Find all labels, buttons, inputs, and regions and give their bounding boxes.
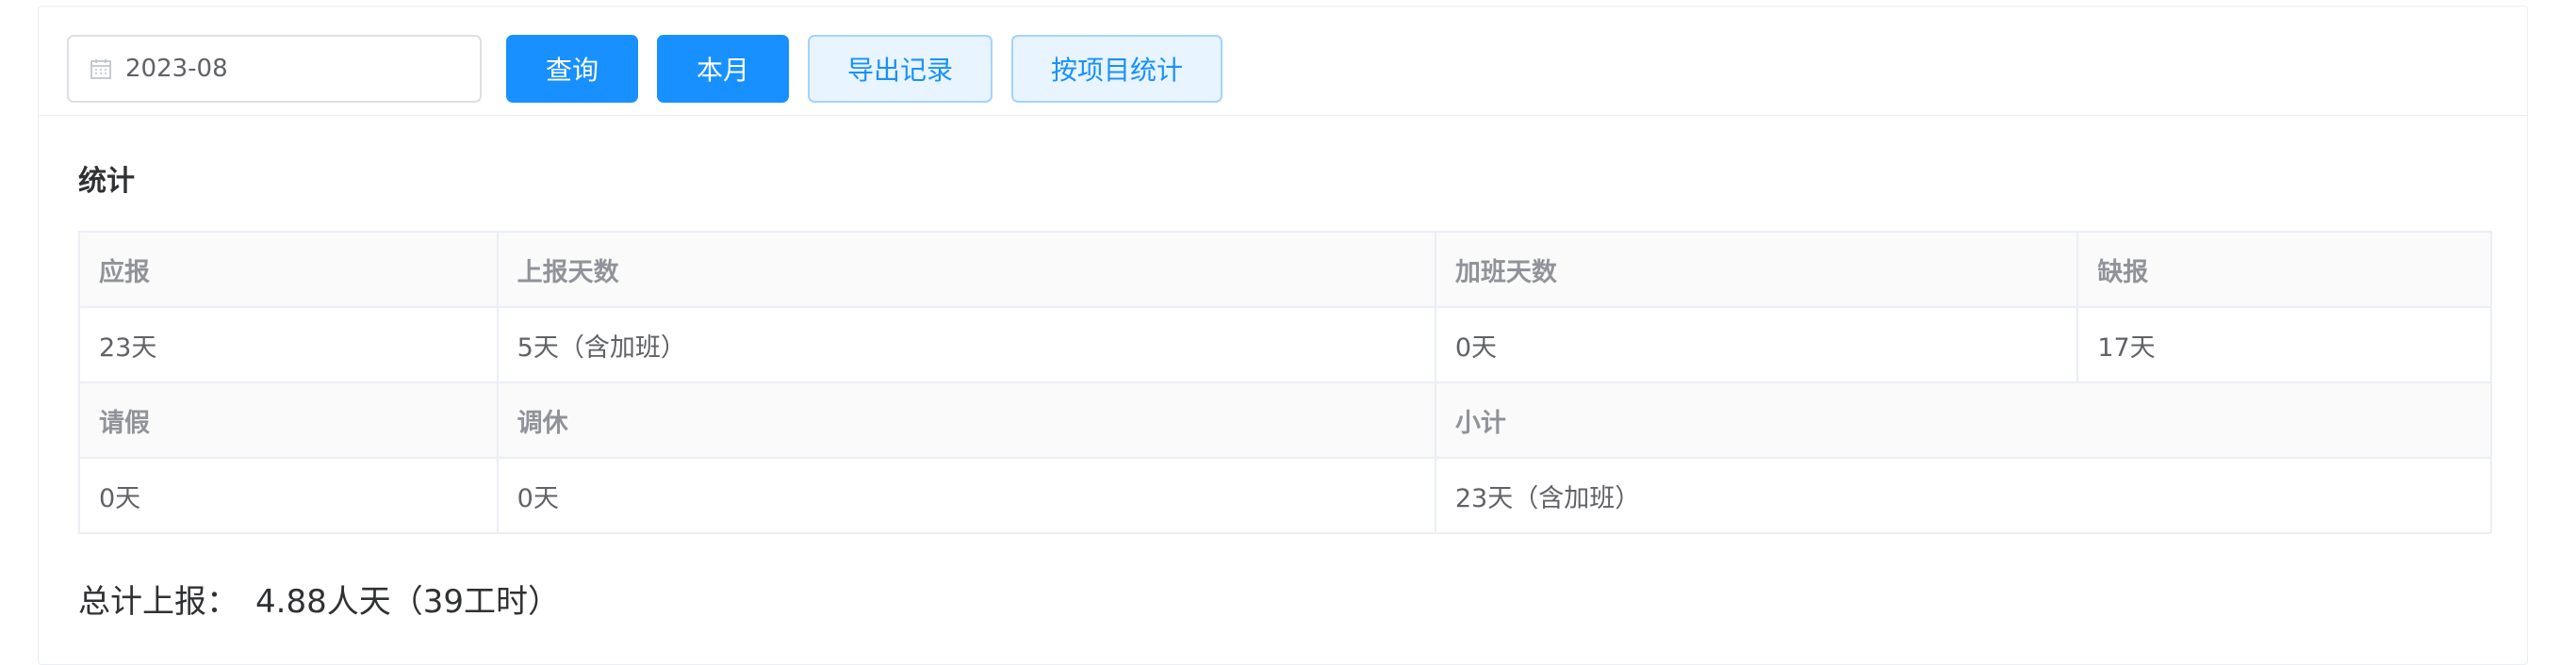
value-reported-days: 5天（含加班） bbox=[496, 306, 1436, 383]
total-label: 总计上报： bbox=[78, 583, 238, 621]
month-picker-value: 2023-08 bbox=[125, 55, 228, 83]
label-missing-reports: 缺报 bbox=[2076, 231, 2492, 308]
label-reported-days: 上报天数 bbox=[496, 231, 1436, 308]
total-value: 4.88人天（39工时） bbox=[255, 583, 560, 621]
value-should-report: 23天 bbox=[78, 306, 499, 383]
this-month-button[interactable]: 本月 bbox=[657, 35, 789, 103]
stats-header-row: 应报 上报天数 加班天数 缺报 bbox=[78, 231, 2492, 308]
section-title: 统计 bbox=[78, 165, 135, 198]
value-missing-reports: 17天 bbox=[2076, 306, 2492, 383]
statistics-panel: 2023-08 查询 本月 导出记录 按项目统计 统计 应报 上报天数 加班天数… bbox=[38, 6, 2528, 665]
total-summary: 总计上报： 4.88人天（39工时） bbox=[78, 576, 560, 622]
stats-table: 应报 上报天数 加班天数 缺报 23天 5天（含加班） 0天 17天 请假 调休… bbox=[78, 231, 2493, 534]
label-leave: 请假 bbox=[78, 381, 499, 459]
month-picker[interactable]: 2023-08 bbox=[67, 35, 482, 103]
calendar-icon bbox=[90, 57, 112, 80]
value-leave: 0天 bbox=[78, 457, 499, 534]
toolbar: 2023-08 查询 本月 导出记录 按项目统计 bbox=[39, 7, 2527, 116]
stats-value-row: 0天 0天 23天（含加班） bbox=[78, 457, 2493, 534]
query-button[interactable]: 查询 bbox=[506, 35, 638, 103]
label-subtotal: 小计 bbox=[1434, 381, 2493, 459]
stats-value-row: 23天 5天（含加班） 0天 17天 bbox=[78, 306, 2492, 383]
label-time-off: 调休 bbox=[496, 381, 1436, 459]
value-time-off: 0天 bbox=[496, 457, 1436, 534]
stats-header-row: 请假 调休 小计 bbox=[78, 381, 2493, 459]
label-overtime-days: 加班天数 bbox=[1434, 231, 2079, 308]
label-should-report: 应报 bbox=[78, 231, 499, 308]
export-records-button[interactable]: 导出记录 bbox=[808, 35, 993, 103]
stats-by-project-button[interactable]: 按项目统计 bbox=[1011, 35, 1222, 103]
value-subtotal: 23天（含加班） bbox=[1434, 457, 2493, 534]
value-overtime-days: 0天 bbox=[1434, 306, 2079, 383]
